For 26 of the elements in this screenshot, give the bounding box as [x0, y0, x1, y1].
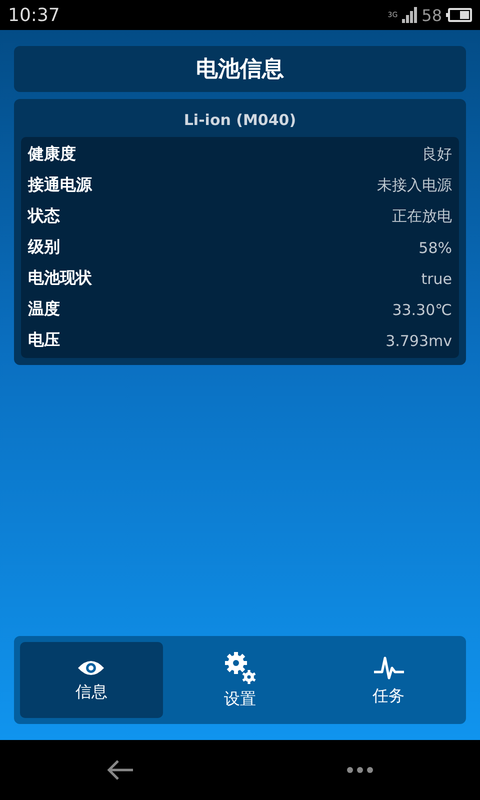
- row-value: 33.30℃: [392, 300, 452, 318]
- signal-icon: [402, 7, 418, 23]
- row-value: 3.793mv: [386, 332, 452, 350]
- page-title: 电池信息: [14, 46, 466, 92]
- row-value: true: [421, 270, 452, 288]
- battery-model: Li-ion (M040): [184, 110, 296, 131]
- battery-icon: [446, 8, 472, 22]
- tab[interactable]: 信息: [20, 642, 163, 718]
- row-label: 电池现状: [28, 268, 92, 289]
- row-label: 电压: [28, 330, 60, 351]
- row-label: 状态: [28, 206, 60, 227]
- row-label: 温度: [28, 299, 60, 320]
- gear-icon: [223, 650, 257, 684]
- tab[interactable]: 任务: [317, 642, 460, 718]
- row-label: 健康度: [28, 144, 76, 165]
- row-value: 良好: [422, 145, 452, 164]
- row-label: 级别: [28, 237, 60, 258]
- row-label: 接通电源: [28, 175, 92, 196]
- row-value: 58%: [418, 238, 452, 256]
- tab[interactable]: 设置: [168, 642, 312, 718]
- row-value: 未接入电源: [377, 176, 452, 195]
- battery-percent: 58: [422, 6, 442, 24]
- row-value: 正在放电: [392, 207, 452, 226]
- more-icon[interactable]: [346, 766, 374, 774]
- clock: 10:37: [8, 4, 61, 26]
- back-icon[interactable]: [106, 759, 134, 781]
